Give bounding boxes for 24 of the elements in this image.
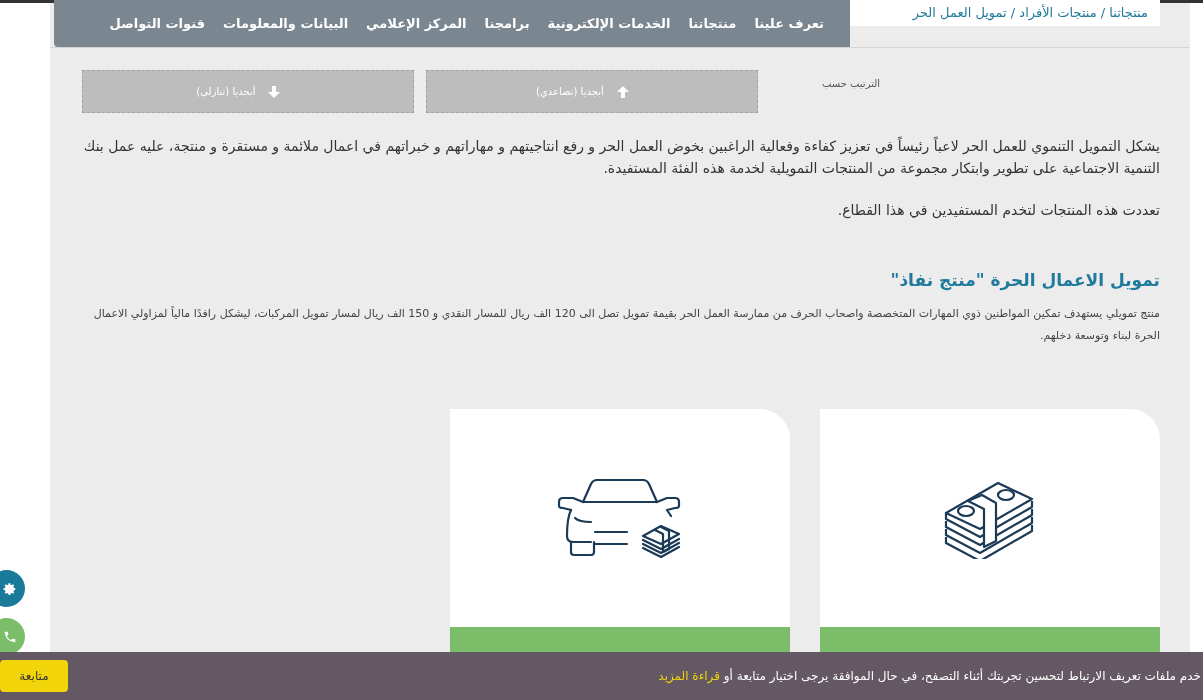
arrow-up-icon [615,84,630,99]
phone-icon [3,629,17,644]
sort-label: الترتيب حسب [821,77,880,91]
nav-link[interactable]: البيانات والمعلومات [223,13,349,34]
nav-link[interactable]: تعرف علينا [754,13,824,34]
continue-button[interactable]: متابعة [0,660,68,692]
product-title: تمويل الاعمال الحرة "منتج نفاذ" [889,269,1160,291]
nav-link[interactable]: المركز الإعلامي [366,13,467,34]
cookie-notice: خدم ملفات تعريف الارتباط لتحسين تجربتك أثناء التصفح، في حال الموافقة يرجى اختيار متابعة أو قراءة المزيد [658,667,1201,685]
product-card[interactable] [820,409,1160,652]
intro-paragraph: يشكل التمويل التنموي للعمل الحر لاعباً رئيساً في تعزيز كفاءة وفعالية الراغبين بخوض العمل الحر و رفع انتاجيتهم و مهاراتهم و خبراتهم في اعمال ملائمة و مستقرة و منتجة، عليه عمل بنك التنمية الاجتماعية على تطوير وابتكار مجموعة من المنتجات التمويلية لخدمة هذه الفئة المستفيدة. [82,135,1160,179]
nav-link[interactable]: قنوات التواصل [109,13,205,34]
intro-paragraph: تعددت هذه المنتجات لتخدم المستفيدين في هذا القطاع. [836,201,1160,221]
read-more-link[interactable]: قراءة المزيد [658,669,720,683]
nav-link[interactable]: برامجنا [484,13,530,34]
nav-link[interactable]: منتجاتنا [688,13,737,34]
breadcrumb: منتجاتنا / منتجات الأفراد / تمويل العمل الحر [850,0,1160,26]
settings-icon [3,581,17,596]
sort-button[interactable]: أبجديا (تصاعدي) [425,70,758,113]
car-with-money-icon [557,478,683,558]
nav-link[interactable]: الخدمات الإلكترونية [547,13,671,34]
product-description: منتج تمويلي يستهدف تمكين المواطنين ذوي المهارات المتخصصة واصحاب الحرف من ممارسة العمل الحر بقيمة تمويل تصل الى 120 الف ريال للمسار النقدي و 150 الف ريال لمسار تمويل المركبات، ليشكل رافدًا مالياً لمزاولي الاعمال الحرة لبناء وتوسعة دخلهم. [92,305,1160,344]
sort-button[interactable]: أبجديا (تنازلي) [81,70,414,113]
arrow-down-icon [267,84,282,99]
